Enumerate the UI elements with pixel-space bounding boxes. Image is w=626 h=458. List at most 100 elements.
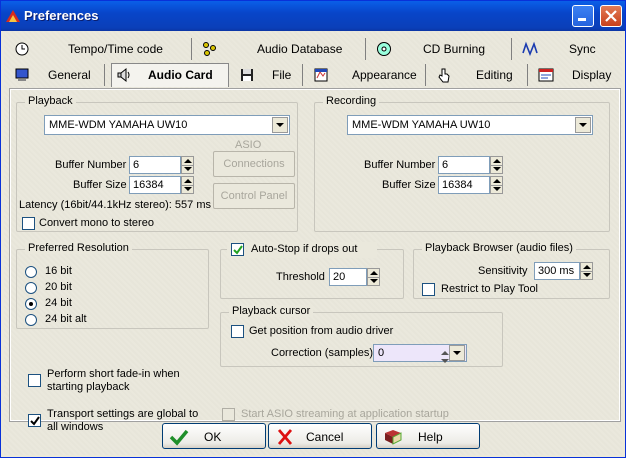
tab-editing[interactable]: Editing: [432, 64, 528, 86]
playback-group: Playback MME-WDM YAMAHA UW10 ASIO Buffer…: [16, 95, 298, 232]
control-panel-label: Control Panel: [220, 190, 288, 202]
tab-label: Appearance: [352, 68, 417, 82]
cancel-label: Cancel: [306, 430, 344, 444]
transport-global-checkbox[interactable]: [28, 414, 41, 427]
recording-buffer-number-input[interactable]: 6: [438, 156, 503, 174]
spinner-arrows-icon[interactable]: [580, 262, 593, 280]
monitor-icon: [15, 68, 29, 81]
recording-device-select[interactable]: MME-WDM YAMAHA UW10: [347, 115, 593, 135]
recording-buffer-size-value: 16384: [442, 179, 473, 191]
restrict-play-tool-checkbox[interactable]: [422, 283, 435, 296]
asio-control-panel-button[interactable]: Control Panel: [213, 183, 295, 209]
sensitivity-label: Sensitivity: [478, 265, 528, 277]
playback-browser-title: Playback Browser (audio files): [422, 242, 576, 254]
window-title: Preferences: [24, 8, 99, 23]
appearance-icon: [314, 68, 328, 82]
tab-sync[interactable]: Sync: [518, 38, 616, 60]
connections-label: Connections: [223, 158, 285, 170]
transport-global-label-line1: Transport settings are global to: [47, 408, 199, 420]
hand-pointer-icon: [438, 68, 450, 83]
tab-audio-database[interactable]: Audio Database: [198, 38, 366, 60]
app-logo-icon: [6, 10, 20, 22]
radio-20-bit[interactable]: [25, 282, 37, 294]
correction-value: 0: [378, 347, 385, 359]
auto-stop-checkbox[interactable]: [231, 243, 244, 256]
tab-cd-burning[interactable]: CD Burning: [372, 38, 512, 60]
sensitivity-value: 300 ms: [538, 265, 575, 277]
radio-24-bit-alt[interactable]: [25, 314, 37, 326]
asio-connections-button[interactable]: Connections: [213, 151, 295, 177]
auto-stop-group: Auto-Stop if drops out Threshold 20: [220, 242, 404, 299]
dialog-client-area: Tempo/Time code Audio Database CD Burnin…: [4, 31, 622, 455]
tab-row-bottom: General Audio Card File Appearance Editi…: [10, 63, 616, 87]
radio-24-bit[interactable]: [25, 298, 37, 310]
playback-cursor-title: Playback cursor: [229, 305, 314, 317]
resolution-group-title: Preferred Resolution: [25, 242, 132, 254]
playback-buffer-number-label: Buffer Number: [55, 159, 127, 171]
ok-button[interactable]: OK: [162, 423, 266, 449]
tab-label: CD Burning: [423, 42, 486, 56]
spinner-arrows-icon[interactable]: [367, 268, 380, 286]
speaker-icon: [117, 67, 130, 83]
tab-label: Sync: [569, 42, 596, 56]
playback-buffer-number-value: 6: [133, 159, 140, 171]
minimize-button[interactable]: [572, 5, 594, 27]
fade-in-checkbox[interactable]: [28, 374, 41, 387]
playback-device-select[interactable]: MME-WDM YAMAHA UW10: [44, 115, 290, 135]
playback-buffer-size-label: Buffer Size: [73, 179, 127, 191]
checkmark-icon: [169, 429, 189, 446]
spinner-arrows-icon[interactable]: [490, 156, 503, 174]
title-bar[interactable]: Preferences: [1, 1, 625, 31]
chevron-down-icon[interactable]: [272, 117, 288, 133]
tab-file[interactable]: File: [235, 64, 303, 86]
database-icon: [203, 42, 216, 56]
spinner-arrows-icon[interactable]: [181, 156, 194, 174]
sensitivity-input[interactable]: 300 ms: [534, 262, 593, 280]
tab-label: Editing: [476, 68, 513, 82]
tab-appearance[interactable]: Appearance: [309, 64, 426, 86]
close-button[interactable]: [600, 5, 622, 27]
radio-16-bit[interactable]: [25, 266, 37, 278]
playback-cursor-group: Playback cursor Get position from audio …: [220, 305, 503, 367]
playback-group-title: Playback: [25, 95, 76, 107]
playback-buffer-size-value: 16384: [133, 179, 164, 191]
auto-stop-label: Auto-Stop if drops out: [251, 243, 358, 255]
tab-display[interactable]: Display: [534, 64, 616, 86]
checkmark-icon: [233, 245, 243, 255]
playback-buffer-size-input[interactable]: 16384: [129, 176, 194, 194]
playback-device-value: MME-WDM YAMAHA UW10: [49, 119, 188, 131]
get-position-label: Get position from audio driver: [249, 325, 394, 337]
threshold-input[interactable]: 20: [329, 268, 380, 286]
tab-label: File: [272, 68, 292, 82]
transport-global-label-line2: all windows: [47, 421, 104, 433]
floppy-icon: [241, 69, 253, 81]
radio-20-bit-label: 20 bit: [45, 281, 72, 293]
playback-buffer-number-input[interactable]: 6: [129, 156, 194, 174]
close-icon: [605, 10, 617, 22]
asio-streaming-checkbox[interactable]: [222, 408, 235, 421]
recording-device-value: MME-WDM YAMAHA UW10: [352, 119, 491, 131]
ok-label: OK: [204, 430, 222, 444]
chevron-down-icon[interactable]: [449, 345, 465, 361]
fade-in-label-line1: Perform short fade-in when: [47, 368, 180, 380]
minimize-icon: [578, 18, 586, 21]
correction-input[interactable]: 0: [373, 344, 467, 363]
get-position-checkbox[interactable]: [231, 325, 244, 338]
audio-card-panel: Playback MME-WDM YAMAHA UW10 ASIO Buffer…: [9, 88, 621, 433]
asio-label: ASIO: [235, 139, 262, 151]
chevron-down-icon[interactable]: [575, 117, 591, 133]
recording-buffer-size-input[interactable]: 16384: [438, 176, 503, 194]
recording-buffer-number-value: 6: [442, 159, 449, 171]
correction-label: Correction (samples): [271, 347, 374, 359]
cancel-button[interactable]: Cancel: [268, 423, 372, 449]
spinner-arrows-icon[interactable]: [490, 176, 503, 194]
spinner-arrows-icon[interactable]: [181, 176, 194, 194]
tab-general[interactable]: General: [10, 64, 105, 86]
tab-audio-card[interactable]: Audio Card: [111, 63, 229, 87]
auto-stop-header: Auto-Stop if drops out: [227, 242, 377, 258]
convert-mono-checkbox[interactable]: [22, 217, 35, 230]
radio-24-bit-label: 24 bit: [45, 297, 72, 309]
asio-streaming-label: Start ASIO streaming at application star…: [241, 408, 449, 420]
help-button[interactable]: Help: [376, 423, 480, 449]
tab-tempo-time-code[interactable]: Tempo/Time code: [10, 38, 192, 60]
